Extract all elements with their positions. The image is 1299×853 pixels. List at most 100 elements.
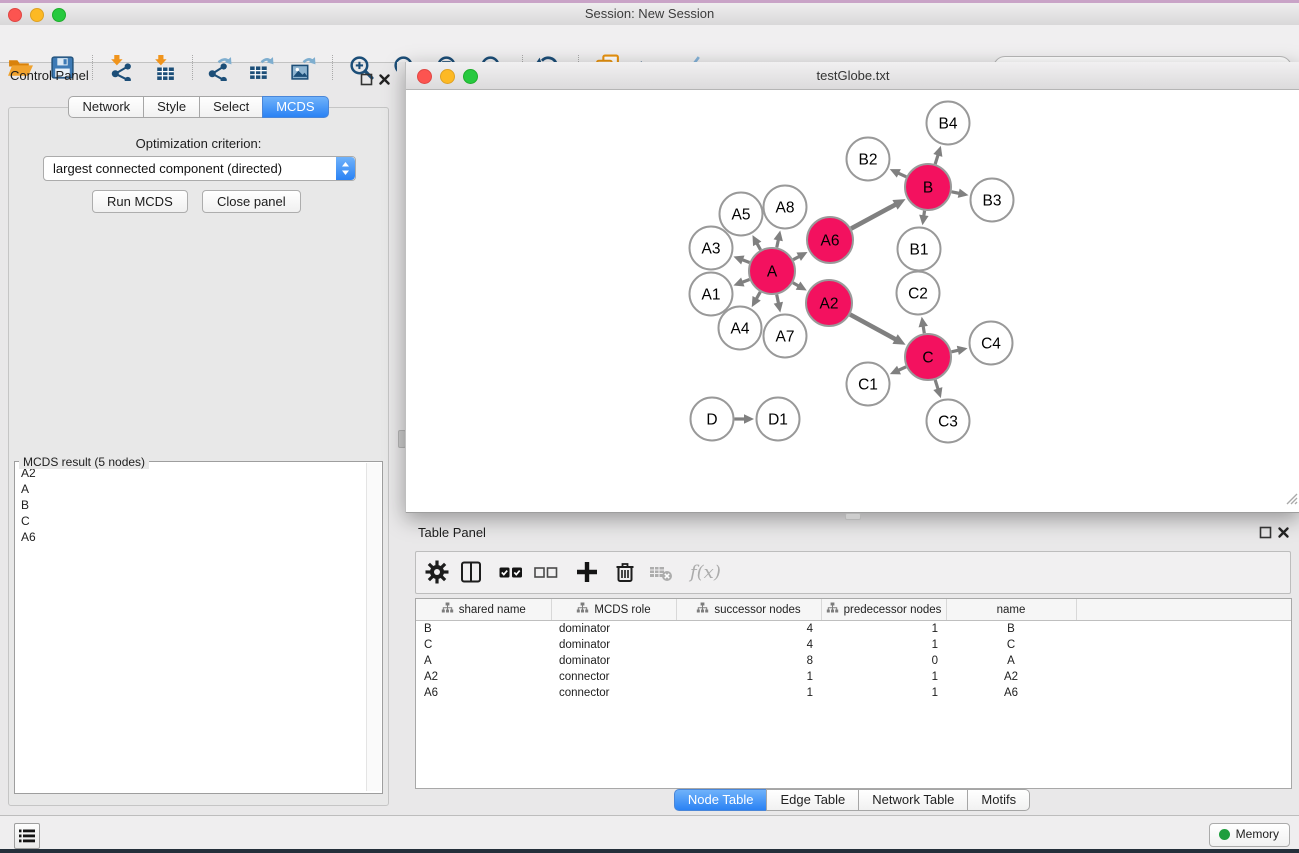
optimization-criterion-dropdown[interactable]: largest connected component (directed) — [43, 156, 356, 181]
graph-edge-A-A5[interactable] — [752, 235, 761, 250]
graph-edge-C-C3[interactable] — [933, 380, 942, 398]
graph-edge-A-A4[interactable] — [752, 292, 761, 307]
graph-edge-A6-B[interactable] — [851, 199, 905, 228]
graph-edge-C-C1[interactable] — [890, 366, 906, 375]
memory-button[interactable]: Memory — [1209, 823, 1290, 847]
toolbar-separator — [192, 55, 193, 80]
run-mcds-button[interactable]: Run MCDS — [92, 190, 188, 213]
close-panel-button[interactable]: Close panel — [202, 190, 301, 213]
mcds-result-item[interactable]: A — [15, 481, 36, 497]
table-row[interactable]: A6connector11A6 — [416, 685, 1291, 701]
float-panel-icon[interactable] — [360, 73, 373, 86]
tab-mcds[interactable]: MCDS — [262, 96, 328, 118]
close-panel-icon[interactable] — [378, 73, 391, 86]
column-header-successor-nodes[interactable]: successor nodes — [676, 599, 821, 621]
graph-node-A8[interactable]: A8 — [764, 186, 807, 229]
graph-edge-D-D1[interactable] — [735, 414, 755, 424]
zoom-window-button[interactable] — [52, 8, 66, 22]
network-zoom-button[interactable] — [463, 69, 478, 84]
graph-node-B1[interactable]: B1 — [898, 228, 941, 271]
table-close-panel-icon[interactable] — [1277, 526, 1290, 539]
table-settings-gear-icon[interactable] — [424, 559, 450, 585]
graph-edge-C-C2[interactable] — [919, 317, 928, 334]
task-history-button[interactable] — [14, 823, 40, 849]
graph-node-B2[interactable]: B2 — [847, 138, 890, 181]
tab-edge-table[interactable]: Edge Table — [766, 789, 859, 811]
network-minimize-button[interactable] — [440, 69, 455, 84]
export-image-icon[interactable] — [289, 54, 316, 81]
column-header-name[interactable]: name — [946, 599, 1076, 621]
graph-node-B4[interactable]: B4 — [927, 102, 970, 145]
deselect-all-columns-icon[interactable] — [533, 559, 559, 585]
mcds-result-item[interactable]: B — [15, 497, 36, 513]
minimize-window-button[interactable] — [30, 8, 44, 22]
graph-edge-A-A6[interactable] — [793, 252, 807, 261]
column-header-shared-name[interactable]: shared name — [416, 599, 551, 621]
mcds-result-item[interactable]: C — [15, 513, 36, 529]
graph-edge-A-A7[interactable] — [774, 295, 783, 313]
result-scrollbar[interactable] — [366, 463, 381, 791]
graph-node-A6[interactable]: A6 — [807, 217, 853, 263]
table-float-panel-icon[interactable] — [1259, 526, 1272, 539]
graph-node-D1[interactable]: D1 — [757, 398, 800, 441]
graph-edge-B-B1[interactable] — [919, 211, 928, 225]
import-network-icon[interactable] — [107, 54, 134, 81]
import-table-icon[interactable] — [151, 54, 178, 81]
graph-edge-B-B3[interactable] — [952, 189, 969, 198]
create-column-icon[interactable] — [574, 559, 600, 585]
mcds-result-item[interactable]: A6 — [15, 529, 36, 545]
graph-node-A7[interactable]: A7 — [764, 315, 807, 358]
graph-node-A5[interactable]: A5 — [720, 193, 763, 236]
column-type-icon — [576, 602, 589, 617]
graph-edge-A-A8[interactable] — [774, 231, 783, 248]
function-builder-icon[interactable]: f(x) — [688, 559, 722, 585]
delete-columns-icon[interactable] — [612, 559, 638, 585]
column-header-MCDS-role[interactable]: MCDS role — [551, 599, 676, 621]
resize-grip-icon[interactable] — [1284, 491, 1298, 510]
close-window-button[interactable] — [8, 8, 22, 22]
column-header-predecessor-nodes[interactable]: predecessor nodes — [821, 599, 946, 621]
graph-node-C3[interactable]: C3 — [927, 400, 970, 443]
graph-node-C4[interactable]: C4 — [970, 322, 1013, 365]
tab-node-table[interactable]: Node Table — [674, 789, 768, 811]
table-row[interactable]: Bdominator41B — [416, 621, 1291, 638]
graph-node-B3[interactable]: B3 — [971, 179, 1014, 222]
graph-node-B[interactable]: B — [905, 164, 951, 210]
graph-edge-A-A1[interactable] — [733, 278, 749, 287]
column-type-icon — [696, 602, 709, 617]
graph-edge-B-B2[interactable] — [890, 169, 907, 178]
graph-edge-A-A2[interactable] — [793, 281, 807, 290]
network-close-button[interactable] — [417, 69, 432, 84]
svg-text:D1: D1 — [768, 412, 788, 429]
table-row[interactable]: Cdominator41C — [416, 637, 1291, 653]
graph-edge-A2-C[interactable] — [850, 314, 906, 344]
delete-table-icon[interactable] — [648, 559, 674, 585]
svg-text:A6: A6 — [821, 233, 840, 250]
graph-node-A2[interactable]: A2 — [806, 280, 852, 326]
graph-edge-A-A3[interactable] — [733, 256, 749, 265]
graph-node-A1[interactable]: A1 — [690, 273, 733, 316]
table-row[interactable]: A2connector11A2 — [416, 669, 1291, 685]
tab-network-table[interactable]: Network Table — [858, 789, 968, 811]
select-all-columns-icon[interactable] — [498, 559, 524, 585]
network-canvas[interactable]: B4 B2 B B3 A8A5 A6 A3 B1 A A1 C2 A2 A4A7 C4 C C1 C3 D D1 — [406, 90, 1299, 513]
horizontal-splitter-handle[interactable] — [845, 513, 861, 520]
graph-node-A3[interactable]: A3 — [690, 227, 733, 270]
tab-select[interactable]: Select — [199, 96, 263, 118]
export-network-icon[interactable] — [205, 54, 232, 81]
graph-node-C[interactable]: C — [905, 334, 951, 380]
export-table-icon[interactable] — [247, 54, 274, 81]
tab-motifs[interactable]: Motifs — [967, 789, 1030, 811]
tab-network[interactable]: Network — [68, 96, 144, 118]
graph-node-A[interactable]: A — [749, 248, 795, 294]
graph-node-D[interactable]: D — [691, 398, 734, 441]
graph-node-A4[interactable]: A4 — [719, 307, 762, 350]
tab-style[interactable]: Style — [143, 96, 200, 118]
toggle-panel-layout-icon[interactable] — [458, 559, 484, 585]
graph-node-C2[interactable]: C2 — [897, 272, 940, 315]
table-row[interactable]: Adominator80A — [416, 653, 1291, 669]
graph-node-C1[interactable]: C1 — [847, 363, 890, 406]
graph-edge-B-B4[interactable] — [933, 146, 942, 164]
graph-edge-C-C4[interactable] — [951, 346, 967, 355]
table-panel-tabs: Node TableEdge TableNetwork TableMotifs — [405, 789, 1299, 811]
